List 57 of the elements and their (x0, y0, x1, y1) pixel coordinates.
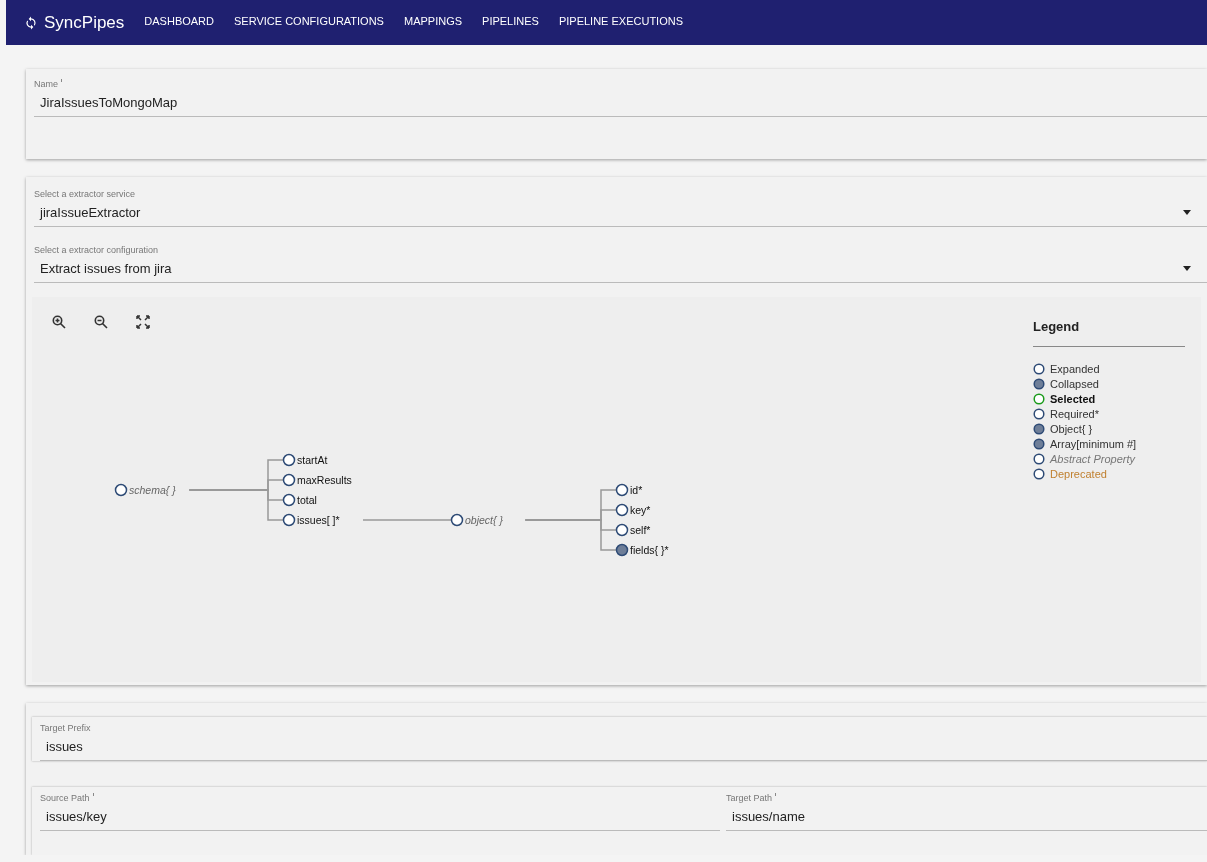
nav-link[interactable]: PIPELINE EXECUTIONS (558, 14, 683, 31)
field-label: Select a extractor configuration (34, 245, 159, 255)
field-label: Name (34, 79, 58, 89)
legend-circle-icon (1033, 392, 1045, 405)
dropdown-caret-icon (1183, 210, 1191, 215)
legend-circle-icon (1033, 407, 1045, 420)
legend-title: Legend (1033, 319, 1185, 347)
tree-node[interactable]: object{ } (450, 513, 503, 527)
field-label: Target Prefix (40, 723, 91, 733)
tree-node[interactable]: maxResults (282, 473, 352, 487)
tree-node[interactable]: issues[ ]* (282, 513, 340, 527)
legend-circle-icon (1033, 362, 1045, 375)
field-value: issues (46, 739, 83, 754)
legend-label: Expanded (1050, 362, 1100, 375)
zoom-out-icon[interactable] (94, 315, 110, 331)
tree-node[interactable]: fields{ }* (615, 543, 669, 557)
dropdown-caret-icon (1183, 266, 1191, 271)
tree-node[interactable]: schema{ } (114, 483, 176, 497)
zoom-in-icon[interactable] (52, 315, 68, 331)
sync-icon (24, 15, 38, 30)
tree-node[interactable]: key* (615, 503, 651, 517)
legend-label: Collapsed (1050, 377, 1099, 390)
tree-node[interactable]: total (282, 493, 317, 507)
legend-circle-icon (1033, 377, 1045, 390)
tree-node[interactable]: self* (615, 523, 651, 537)
field-value: Extract issues from jira (40, 261, 172, 276)
nav-link[interactable]: DASHBOARD (144, 14, 214, 31)
select-field[interactable]: Select a extractor service jiraIssueExtractor (34, 189, 1207, 227)
tree-node[interactable]: startAt (282, 453, 328, 467)
input-field[interactable]: Source Path issues/key (40, 793, 720, 831)
input-field[interactable]: Target Path issues/name (726, 793, 1207, 831)
brand-name: SyncPipes (44, 12, 125, 33)
field-value: JiraIssuesToMongoMap (40, 95, 178, 110)
brand-logo[interactable]: SyncPipes (24, 12, 125, 33)
legend-label: Array[minimum #] (1050, 437, 1137, 450)
legend-label: Selected (1050, 392, 1096, 405)
nav-link[interactable]: MAPPINGS (403, 14, 463, 31)
input-field[interactable]: Name JiraIssuesToMongoMap (34, 79, 1207, 117)
field-label: Source Path (40, 793, 90, 803)
field-label: Target Path (726, 793, 773, 803)
legend-label: Object{ } (1050, 422, 1093, 435)
input-field[interactable]: Target Prefix issues (40, 723, 1207, 761)
field-value: jiraIssueExtractor (40, 205, 141, 220)
legend-circle-icon (1033, 452, 1045, 465)
legend-circle-icon (1033, 467, 1045, 480)
legend-label: Abstract Property (1050, 452, 1135, 465)
field-label: Select a extractor service (34, 189, 136, 199)
nav-link[interactable]: PIPELINES (482, 14, 539, 31)
legend-label: Deprecated (1050, 467, 1107, 480)
nav-link[interactable]: SERVICE CONFIGURATIONS (234, 14, 384, 31)
legend-circle-icon (1033, 437, 1045, 450)
field-value: issues/name (732, 809, 805, 824)
fit-screen-icon[interactable] (136, 315, 152, 331)
legend-circle-icon (1033, 422, 1045, 435)
field-value: issues/key (46, 809, 107, 824)
legend-label: Required* (1050, 407, 1099, 420)
select-field[interactable]: Select a extractor configuration Extract issues from jira (34, 245, 1207, 283)
